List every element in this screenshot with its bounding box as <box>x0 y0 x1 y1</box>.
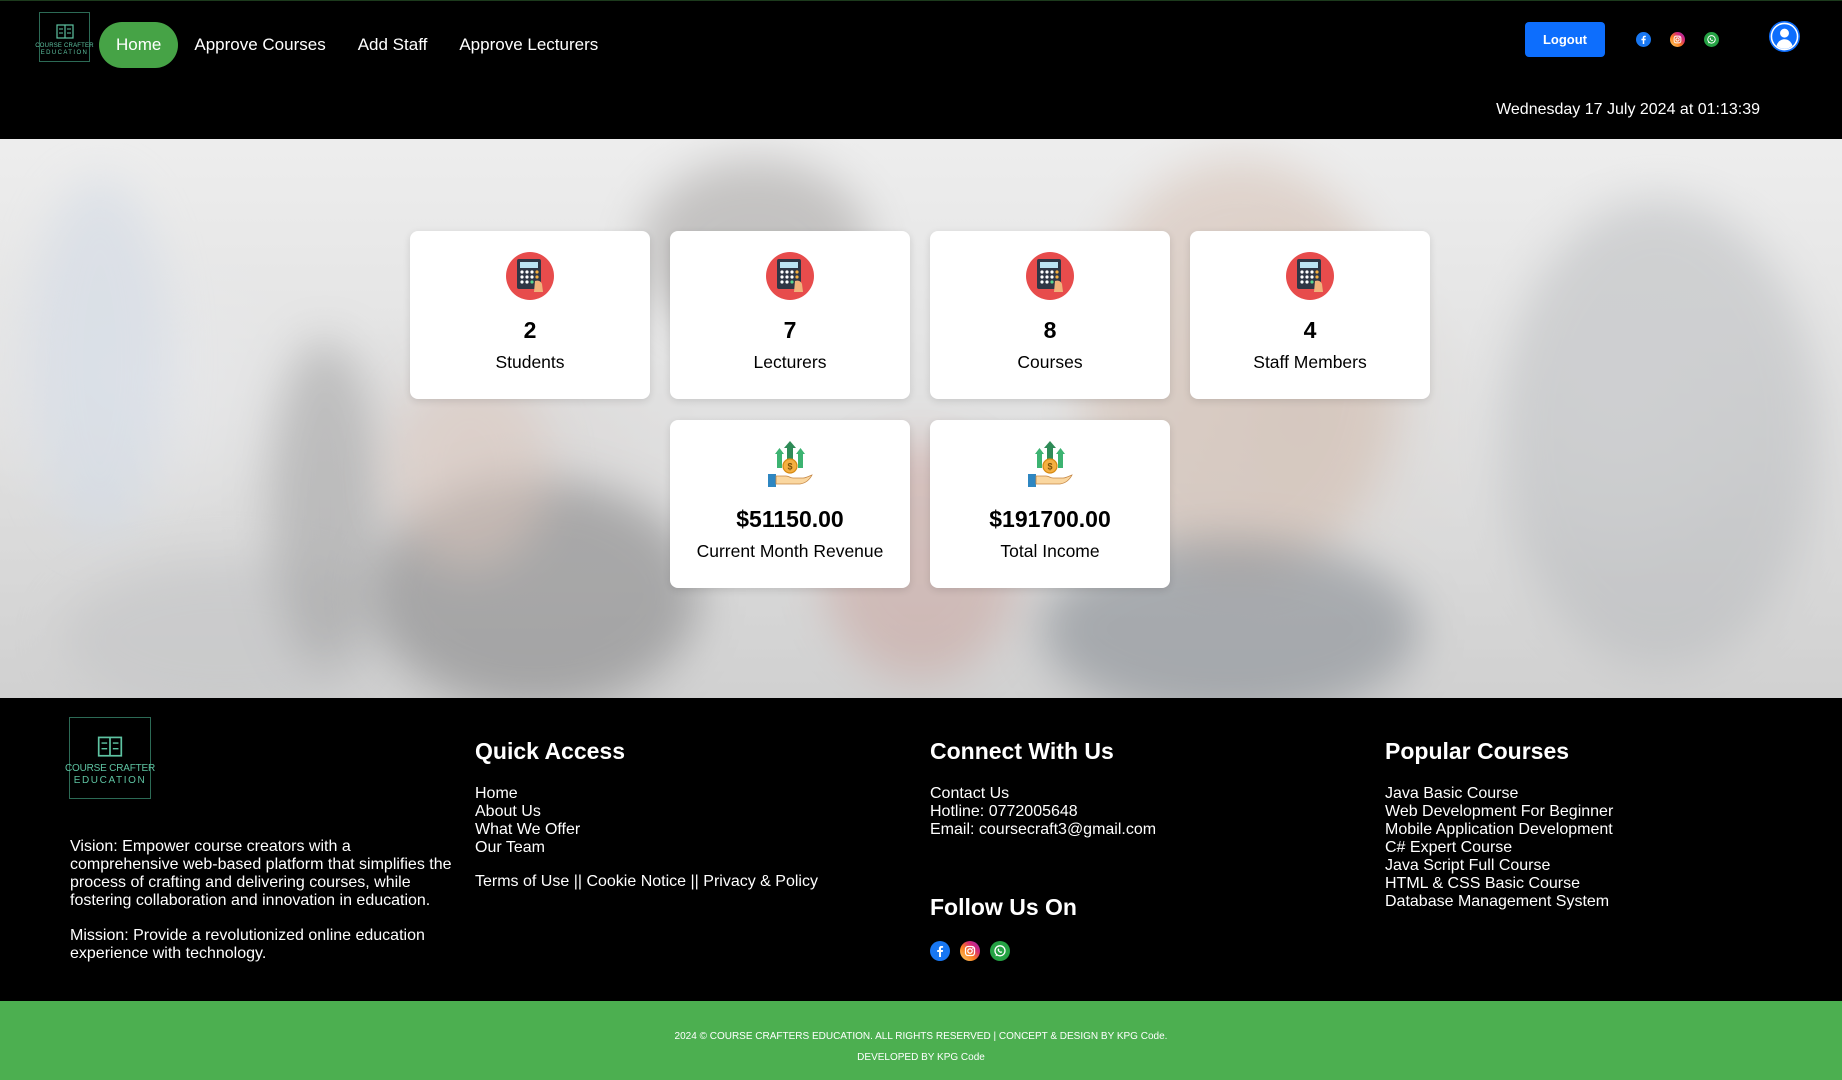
footer-link-home[interactable]: Home <box>475 785 580 803</box>
stat-value: 7 <box>783 317 797 343</box>
copyright-bar: 2024 © COURSE CRAFTERS EDUCATION. ALL RI… <box>0 1001 1842 1080</box>
calculator-icon <box>1026 252 1074 300</box>
user-avatar-icon[interactable] <box>1769 21 1800 52</box>
link-separator: || <box>686 873 704 890</box>
popular-courses-heading: Popular Courses <box>1385 738 1570 764</box>
course-link[interactable]: Database Management System <box>1385 893 1613 911</box>
stat-label: Lecturers <box>753 352 827 372</box>
stat-card-total-income: $ $191700.00 Total Income <box>930 420 1170 588</box>
stat-card-courses: 8 Courses <box>930 231 1170 399</box>
footer-link-what-we-offer[interactable]: What We Offer <box>475 821 580 839</box>
dashboard-hero: 2 Students 7 Lecturers 8 Courses 4 Staff… <box>0 139 1842 698</box>
instagram-icon[interactable] <box>960 941 980 961</box>
facebook-icon[interactable] <box>930 941 950 961</box>
stat-label: Current Month Revenue <box>696 541 884 561</box>
stat-value: $191700.00 <box>989 506 1111 532</box>
terms-of-use-link[interactable]: Terms of Use <box>475 873 569 890</box>
book-icon <box>97 736 123 757</box>
footer-logo-text-line2: EDUCATION <box>73 775 147 786</box>
revenue-hand-icon: $ <box>768 441 813 487</box>
hotline-text: Hotline: 0772005648 <box>930 803 1078 820</box>
footer-link-our-team[interactable]: Our Team <box>475 839 580 857</box>
footer-logo[interactable]: COURSE CRAFTER EDUCATION <box>65 717 155 799</box>
stat-value: $51150.00 <box>736 506 844 532</box>
footer-link-about-us[interactable]: About Us <box>475 803 580 821</box>
brand-logo[interactable]: COURSE CRAFTER EDUCATION <box>35 12 94 62</box>
stat-card-current-month-revenue: $ $51150.00 Current Month Revenue <box>670 420 910 588</box>
course-link[interactable]: Java Script Full Course <box>1385 857 1613 875</box>
connect-heading: Connect With Us <box>930 738 1114 764</box>
stat-value: 4 <box>1303 317 1317 343</box>
stat-value: 8 <box>1043 317 1057 343</box>
developer-credit: DEVELOPED BY KPG Code <box>857 1052 985 1063</box>
site-footer: COURSE CRAFTER EDUCATION Vision: Empower… <box>0 698 1842 1001</box>
course-link[interactable]: HTML & CSS Basic Course <box>1385 875 1613 893</box>
footer-logo-text-line1: COURSE CRAFTER <box>65 763 155 774</box>
contact-us-link[interactable]: Contact Us <box>930 785 1156 803</box>
legal-links: Terms of Use || Cookie Notice || Privacy… <box>475 873 818 891</box>
stat-label: Courses <box>1017 352 1083 372</box>
nav-home[interactable]: Home <box>99 22 179 68</box>
course-link[interactable]: C# Expert Course <box>1385 839 1613 857</box>
revenue-hand-icon: $ <box>1028 441 1073 487</box>
stat-label: Staff Members <box>1253 352 1367 372</box>
calculator-icon <box>1286 252 1334 300</box>
facebook-icon[interactable] <box>1636 32 1651 47</box>
cookie-notice-link[interactable]: Cookie Notice <box>586 873 686 890</box>
privacy-policy-link[interactable]: Privacy & Policy <box>703 873 818 890</box>
course-link[interactable]: Java Basic Course <box>1385 785 1613 803</box>
vision-text: Vision: Empower course creators with a c… <box>70 838 452 909</box>
mission-text: Mission: Provide a revolutionized online… <box>70 927 425 962</box>
stat-label: Total Income <box>1000 541 1100 561</box>
background-overlay <box>0 139 1842 698</box>
svg-text:$: $ <box>1047 462 1052 472</box>
current-datetime: Wednesday 17 July 2024 at 01:13:39 <box>1496 101 1760 118</box>
logo-text-line2: EDUCATION <box>40 50 89 56</box>
stat-card-lecturers: 7 Lecturers <box>670 231 910 399</box>
course-link[interactable]: Mobile Application Development <box>1385 821 1613 839</box>
svg-text:$: $ <box>787 462 792 472</box>
whatsapp-icon[interactable] <box>1704 32 1719 47</box>
popular-courses-list: Java Basic Course Web Development For Be… <box>1385 785 1613 911</box>
stat-card-staff-members: 4 Staff Members <box>1190 231 1430 399</box>
quick-access-list: Home About Us What We Offer Our Team <box>475 785 580 857</box>
nav-approve-lecturers[interactable]: Approve Lecturers <box>443 22 614 68</box>
nav-add-staff[interactable]: Add Staff <box>342 22 444 68</box>
email-text[interactable]: Email: coursecraft3@gmail.com <box>930 821 1156 839</box>
nav-approve-courses[interactable]: Approve Courses <box>178 22 341 68</box>
stat-value: 2 <box>523 317 537 343</box>
quick-access-heading: Quick Access <box>475 738 626 764</box>
calculator-icon <box>506 252 554 300</box>
book-icon <box>55 24 74 39</box>
calculator-icon <box>766 252 814 300</box>
copyright-text: 2024 © COURSE CRAFTERS EDUCATION. ALL RI… <box>674 1031 1168 1042</box>
instagram-icon[interactable] <box>1670 32 1685 47</box>
logout-button[interactable]: Logout <box>1525 22 1605 57</box>
main-nav: Home Approve Courses Add Staff Approve L… <box>99 22 614 68</box>
top-navbar: COURSE CRAFTER EDUCATION Home Approve Co… <box>0 0 1842 139</box>
connect-list: Contact Us Hotline: 0772005648 Email: co… <box>930 785 1156 839</box>
whatsapp-icon[interactable] <box>990 941 1010 961</box>
follow-heading: Follow Us On <box>930 894 1077 920</box>
logo-text-line1: COURSE CRAFTER <box>35 43 94 49</box>
stat-label: Students <box>495 352 565 372</box>
course-link[interactable]: Web Development For Beginner <box>1385 803 1613 821</box>
stat-card-students: 2 Students <box>410 231 650 399</box>
link-separator: || <box>569 873 587 890</box>
